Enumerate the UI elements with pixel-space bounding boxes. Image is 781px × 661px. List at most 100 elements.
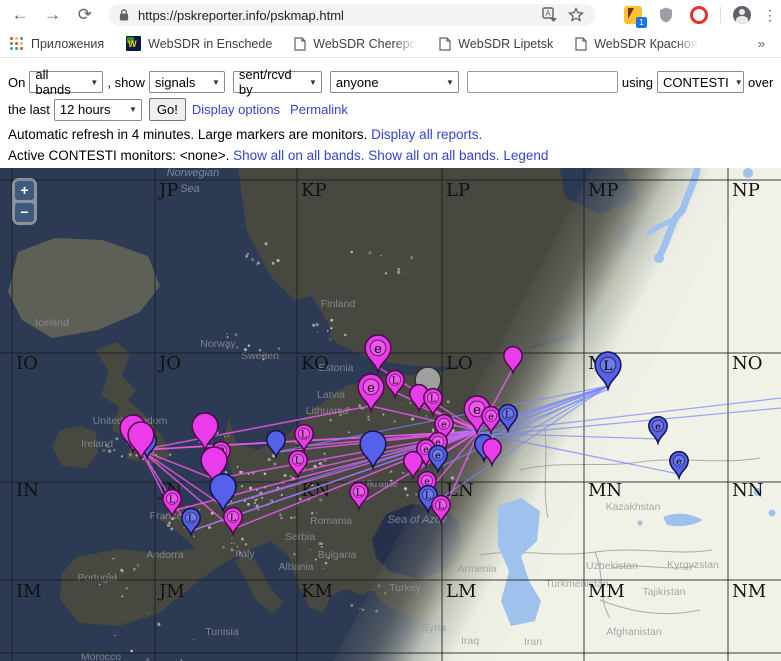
psk-map[interactable]: NorwegianSeaIcelandUnited KingdomIreland… — [0, 168, 781, 661]
profile-avatar[interactable] — [733, 6, 751, 24]
grid-label-KM: KM — [301, 581, 333, 602]
svg-text:e: e — [488, 411, 494, 422]
svg-text:L: L — [505, 409, 512, 420]
geo-label: Sea — [180, 183, 200, 195]
grid-label-IO: IO — [16, 353, 38, 374]
chevron-down-icon: ▼ — [446, 78, 454, 87]
geo-label: Iraq — [461, 635, 479, 647]
bookmark-websdr-enschede[interactable]: WebSDR in Enschede — [126, 36, 272, 51]
bookmark-label: WebSDR Красноярск — [594, 37, 698, 51]
geo-label: Iceland — [35, 317, 69, 329]
svg-text:L: L — [430, 393, 437, 404]
geo-label: Finland — [321, 298, 356, 310]
extension-shield-icon[interactable] — [657, 6, 675, 24]
sent-rcvd-select[interactable]: sent/rcvd by▼ — [233, 71, 322, 93]
svg-text:L: L — [392, 375, 399, 386]
who-select[interactable]: anyone▼ — [330, 71, 459, 93]
geo-label: Serbia — [285, 531, 316, 543]
zoom-out-button[interactable]: − — [15, 203, 34, 222]
browser-menu-button[interactable]: ⋮ — [763, 7, 773, 24]
svg-text:L: L — [356, 487, 363, 498]
chevron-down-icon: ▼ — [129, 105, 137, 114]
bookmarks-overflow-chevron[interactable]: » — [758, 36, 771, 51]
zoom-in-button[interactable]: + — [15, 181, 34, 200]
bookmark-star-icon[interactable] — [567, 6, 585, 24]
status-line-1: Automatic refresh in 4 minutes. Large ma… — [8, 126, 781, 144]
geo-label: Albania — [278, 561, 313, 573]
grid-label-JM: JM — [157, 581, 185, 602]
monitors-status-text: Active CONTESTI monitors: <none>. — [8, 148, 229, 163]
forward-button[interactable]: → — [40, 2, 64, 28]
filter-row-1: On all bands▼ , show signals▼ sent/rcvd … — [8, 71, 781, 93]
geo-label: Italy — [235, 548, 255, 560]
grid-label-JP: JP — [157, 180, 178, 201]
page-icon — [294, 37, 306, 51]
back-button[interactable]: ← — [8, 2, 32, 28]
geo-label: Ireland — [81, 438, 113, 450]
grid-label-IM: IM — [16, 581, 42, 602]
svg-text:e: e — [676, 456, 682, 467]
grid-label-NO: NO — [732, 353, 763, 374]
show-all-link-1[interactable]: Show all on all bands. — [233, 148, 364, 163]
using-label: using — [622, 75, 653, 90]
svg-text:A: A — [545, 9, 551, 18]
go-button[interactable]: Go! — [149, 98, 186, 121]
mode-select[interactable]: CONTESTI▼ — [657, 71, 744, 93]
bookmark-websdr-cherepovets[interactable]: WebSDR Cherepovets — [294, 37, 417, 51]
what-select[interactable]: signals▼ — [149, 71, 225, 93]
geo-label: Uzbekistan — [586, 560, 638, 572]
band-select[interactable]: all bands▼ — [29, 71, 103, 93]
geo-label: Portugal — [77, 572, 116, 584]
geo-label: Tunisia — [205, 626, 239, 638]
geo-label: Iran — [524, 636, 542, 648]
extension-blocker-icon[interactable] — [690, 6, 708, 24]
bookmark-apps[interactable]: Приложения — [10, 37, 104, 51]
svg-text:L: L — [295, 455, 302, 466]
chevron-down-icon: ▼ — [735, 78, 743, 87]
display-all-reports-link[interactable]: Display all reports. — [371, 127, 482, 142]
map-svg[interactable]: NorwegianSeaIcelandUnited KingdomIreland… — [0, 168, 781, 661]
svg-text:L: L — [604, 359, 613, 374]
url-text: https://pskreporter.info/pskmap.html — [138, 8, 533, 23]
geo-label: Armenia — [457, 563, 496, 575]
show-all-link-2[interactable]: Show all on all bands. — [368, 148, 499, 163]
geo-label: Turkey — [389, 582, 421, 594]
apps-grid-icon — [10, 37, 24, 51]
page-icon — [439, 37, 451, 51]
svg-text:L: L — [301, 429, 308, 440]
reload-button[interactable]: ⟳ — [73, 2, 97, 28]
bookmark-websdr-krasnoyarsk[interactable]: WebSDR Красноярск — [575, 37, 698, 51]
bookmark-websdr-lipetsk[interactable]: WebSDR Lipetsk — [439, 37, 553, 51]
lock-icon — [119, 9, 129, 21]
svg-text:L: L — [425, 490, 432, 501]
page-icon — [575, 37, 587, 51]
callsign-input[interactable] — [467, 71, 618, 93]
pskreporter-controls: On all bands▼ , show signals▼ sent/rcvd … — [0, 58, 781, 168]
filter-row-2: the last 12 hours▼ Go! Display options P… — [8, 98, 781, 121]
svg-text:e: e — [374, 342, 382, 357]
grid-label-KP: KP — [301, 180, 327, 201]
grid-label-MN: MN — [588, 480, 622, 501]
permalink-link[interactable]: Permalink — [290, 102, 348, 117]
over-label: over — [748, 75, 773, 90]
grid-label-NP: NP — [732, 180, 760, 201]
websdr-favicon — [126, 36, 141, 51]
address-bar[interactable]: https://pskreporter.info/pskmap.html A — [109, 4, 595, 26]
browser-toolbar: ← → ⟳ https://pskreporter.info/pskmap.ht… — [0, 0, 781, 30]
geo-label: Norway — [200, 338, 236, 350]
extension-yellow-icon[interactable]: 1 — [624, 6, 642, 24]
extension-badge: 1 — [636, 17, 647, 28]
grid-label-LO: LO — [446, 353, 473, 374]
geo-label: Andorra — [146, 549, 184, 561]
legend-link[interactable]: Legend — [503, 148, 548, 163]
bookmarks-bar: Приложения WebSDR in Enschede WebSDR Che… — [0, 30, 781, 58]
display-options-link[interactable]: Display options — [192, 102, 280, 117]
svg-text:L: L — [188, 513, 195, 524]
translate-icon[interactable]: A — [541, 6, 559, 24]
period-select[interactable]: 12 hours▼ — [54, 99, 142, 121]
geo-label: Latvia — [317, 389, 345, 401]
geo-label: Bulgaria — [318, 549, 357, 561]
geo-label: Syria — [422, 622, 446, 634]
grid-label-JO: JO — [157, 353, 181, 374]
geo-label: Kazakhstan — [606, 501, 661, 513]
